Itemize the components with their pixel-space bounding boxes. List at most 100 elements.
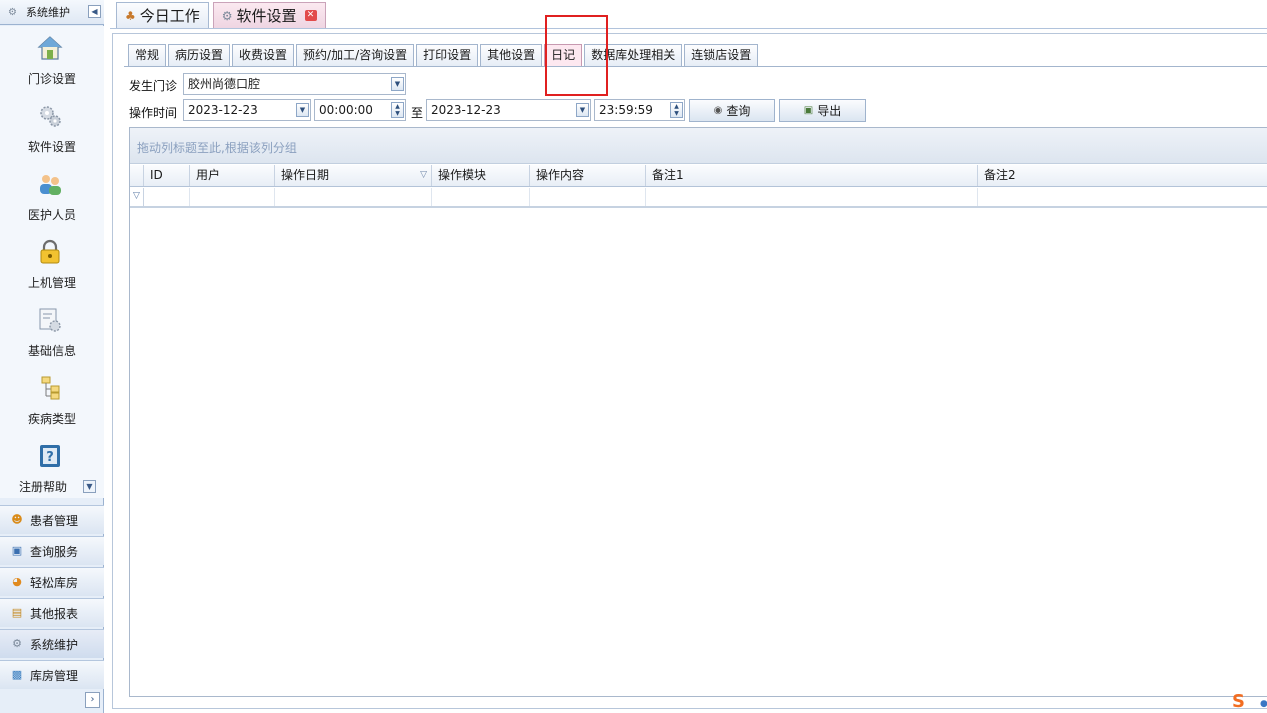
document-tabs: ♣ 今日工作 ⚙ 软件设置 ✕ xyxy=(116,2,330,28)
close-icon[interactable]: ✕ xyxy=(304,10,317,21)
chevron-down-icon[interactable]: ▼ xyxy=(391,77,404,91)
sidebar-item-label: 软件设置 xyxy=(27,140,76,154)
search-icon: ▣ xyxy=(11,544,23,557)
column-header-operation-module[interactable]: 操作模块 xyxy=(432,165,530,186)
filter-icon: ▽ xyxy=(133,191,140,201)
sidebar-header-label: 系统维护 xyxy=(26,6,70,19)
sidebar-item-login-management[interactable]: 上机管理 xyxy=(0,232,104,298)
group-by-hint: 拖动列标题至此,根据该列分组 xyxy=(137,141,297,155)
nav-button-label: 查询服务 xyxy=(30,544,79,559)
row-indicator-header xyxy=(130,165,144,186)
tab-software-settings[interactable]: ⚙ 软件设置 ✕ xyxy=(212,2,326,28)
end-date-picker[interactable]: 2023-12-23 ▼ xyxy=(426,99,591,121)
filter-cell-operation-module[interactable] xyxy=(432,188,530,206)
query-button[interactable]: ◉ 查询 xyxy=(689,99,775,122)
nav-query-service[interactable]: ▣ 查询服务 xyxy=(0,536,104,565)
column-header-operation-content[interactable]: 操作内容 xyxy=(530,165,646,186)
to-label: 至 xyxy=(411,106,424,120)
column-header-user[interactable]: 用户 xyxy=(190,165,275,186)
maintenance-icon: ⚙ xyxy=(12,637,22,650)
sidebar-item-label: 上机管理 xyxy=(27,276,76,290)
sidebar-item-label: 基础信息 xyxy=(27,344,76,358)
export-button[interactable]: ▣ 导出 xyxy=(779,99,866,122)
tab-database[interactable]: 数据库处理相关 xyxy=(584,44,683,66)
filter-icon[interactable]: ▽ xyxy=(420,165,427,186)
nav-other-reports[interactable]: ▤ 其他报表 xyxy=(0,598,104,627)
start-time-spinner[interactable]: 00:00:00 ▲ ▼ xyxy=(314,99,406,121)
patients-icon: ☻ xyxy=(11,513,23,526)
clinic-label: 发生门诊 xyxy=(129,79,178,93)
export-icon: ▣ xyxy=(803,105,814,116)
end-time-spinner[interactable]: 23:59:59 ▲ ▼ xyxy=(594,99,685,121)
settings-tab-divider xyxy=(124,66,1267,67)
sidebar-item-basic-info[interactable]: 基础信息 xyxy=(0,300,104,366)
column-header-remark2[interactable]: 备注2 xyxy=(978,165,1267,186)
home-icon xyxy=(37,36,63,60)
tab-print-settings[interactable]: 打印设置 xyxy=(416,44,479,66)
clinic-select[interactable]: 胶州尚德口腔 ▼ xyxy=(183,73,406,95)
filter-cell-remark2[interactable] xyxy=(978,188,1267,206)
sidebar-item-clinic-settings[interactable]: 门诊设置 xyxy=(0,28,104,94)
column-header-id[interactable]: ID xyxy=(144,165,190,186)
clinic-select-value: 胶州尚德口腔 xyxy=(188,77,261,91)
gears-icon xyxy=(40,106,61,127)
column-header-operation-date[interactable]: 操作日期 ▽ xyxy=(275,165,432,186)
nav-patient-management[interactable]: ☻ 患者管理 xyxy=(0,505,104,534)
start-date-value: 2023-12-23 xyxy=(188,103,258,117)
sidebar-header: ⚙ 系统维护 ◀ xyxy=(0,0,104,25)
column-header-remark1[interactable]: 备注1 xyxy=(646,165,978,186)
group-by-panel[interactable]: 拖动列标题至此,根据该列分组 xyxy=(130,128,1267,164)
tab-log[interactable]: 日记 xyxy=(544,44,583,66)
log-grid: 拖动列标题至此,根据该列分组 ID 用户 操作日期 ▽ 操作模块 操作内容 备注… xyxy=(129,127,1267,697)
more-items-button[interactable]: ▼ xyxy=(83,480,96,493)
sidebar-item-label: 医护人员 xyxy=(27,208,76,222)
tab-today-work[interactable]: ♣ 今日工作 xyxy=(116,2,209,28)
tab-appointment-settings[interactable]: 预约/加工/咨询设置 xyxy=(296,44,415,66)
ime-status-icon: ● xyxy=(1260,699,1267,709)
spinner-icon[interactable]: ▲ ▼ xyxy=(670,102,683,118)
chevron-down-icon[interactable]: ▼ xyxy=(576,103,589,117)
lock-icon xyxy=(40,239,60,264)
end-date-value: 2023-12-23 xyxy=(431,103,501,117)
column-header-label: 操作日期 xyxy=(281,168,330,182)
filter-cell-id[interactable] xyxy=(144,188,190,206)
tab-label: 软件设置 xyxy=(236,7,297,25)
export-button-label: 导出 xyxy=(817,104,842,118)
start-time-value: 00:00:00 xyxy=(319,103,373,117)
end-time-value: 23:59:59 xyxy=(599,103,653,117)
nav-storage-management[interactable]: ▩ 库房管理 xyxy=(0,660,104,689)
ime-logo-icon: S xyxy=(1232,691,1245,712)
sidebar-item-software-settings[interactable]: 软件设置 xyxy=(0,96,104,162)
filter-cell-user[interactable] xyxy=(190,188,275,206)
tab-fee-settings[interactable]: 收费设置 xyxy=(232,44,295,66)
sidebar-panel: 门诊设置 软件设置 医护人员 上机管理 基础信息 疾病类型 ? 注册帮助 ▼ xyxy=(0,26,104,498)
nav-button-label: 其他报表 xyxy=(30,606,79,621)
filter-cell-remark1[interactable] xyxy=(646,188,978,206)
filter-cell-operation-date[interactable] xyxy=(275,188,432,206)
tab-medical-record-settings[interactable]: 病历设置 xyxy=(168,44,231,66)
grid-header: ID 用户 操作日期 ▽ 操作模块 操作内容 备注1 备注2 xyxy=(130,165,1267,187)
users-icon xyxy=(40,175,61,195)
nav-easy-warehouse[interactable]: ◕ 轻松库房 xyxy=(0,567,104,596)
filter-cell-operation-content[interactable] xyxy=(530,188,646,206)
eye-icon: ◉ xyxy=(713,105,723,116)
filter-row-indicator: ▽ xyxy=(130,188,144,206)
sidebar-item-medical-staff[interactable]: 医护人员 xyxy=(0,164,104,230)
tree-icon xyxy=(41,376,60,400)
grid-filter-row[interactable]: ▽ xyxy=(130,188,1267,208)
start-date-picker[interactable]: 2023-12-23 ▼ xyxy=(183,99,311,121)
nav-system-maintenance[interactable]: ⚙ 系统维护 xyxy=(0,629,104,658)
tab-general[interactable]: 常规 xyxy=(128,44,167,66)
chevron-down-icon[interactable]: ▼ xyxy=(296,103,309,117)
collapse-sidebar-button[interactable]: ◀ xyxy=(88,5,101,18)
sidebar: ⚙ 系统维护 ◀ 门诊设置 软件设置 医护人员 上机管理 基础信息 疾病类型 ?… xyxy=(0,0,104,713)
tab-other-settings[interactable]: 其他设置 xyxy=(480,44,543,66)
nav-button-label: 系统维护 xyxy=(30,637,79,652)
spinner-icon[interactable]: ▲ ▼ xyxy=(391,102,404,118)
sidebar-item-label: 门诊设置 xyxy=(27,72,76,86)
nav-button-label: 患者管理 xyxy=(30,513,79,528)
tab-chain-store[interactable]: 连锁店设置 xyxy=(684,44,759,66)
help-icon: ? xyxy=(40,445,60,467)
sidebar-item-disease-types[interactable]: 疾病类型 xyxy=(0,368,104,434)
expand-nav-button[interactable]: › xyxy=(85,692,100,708)
